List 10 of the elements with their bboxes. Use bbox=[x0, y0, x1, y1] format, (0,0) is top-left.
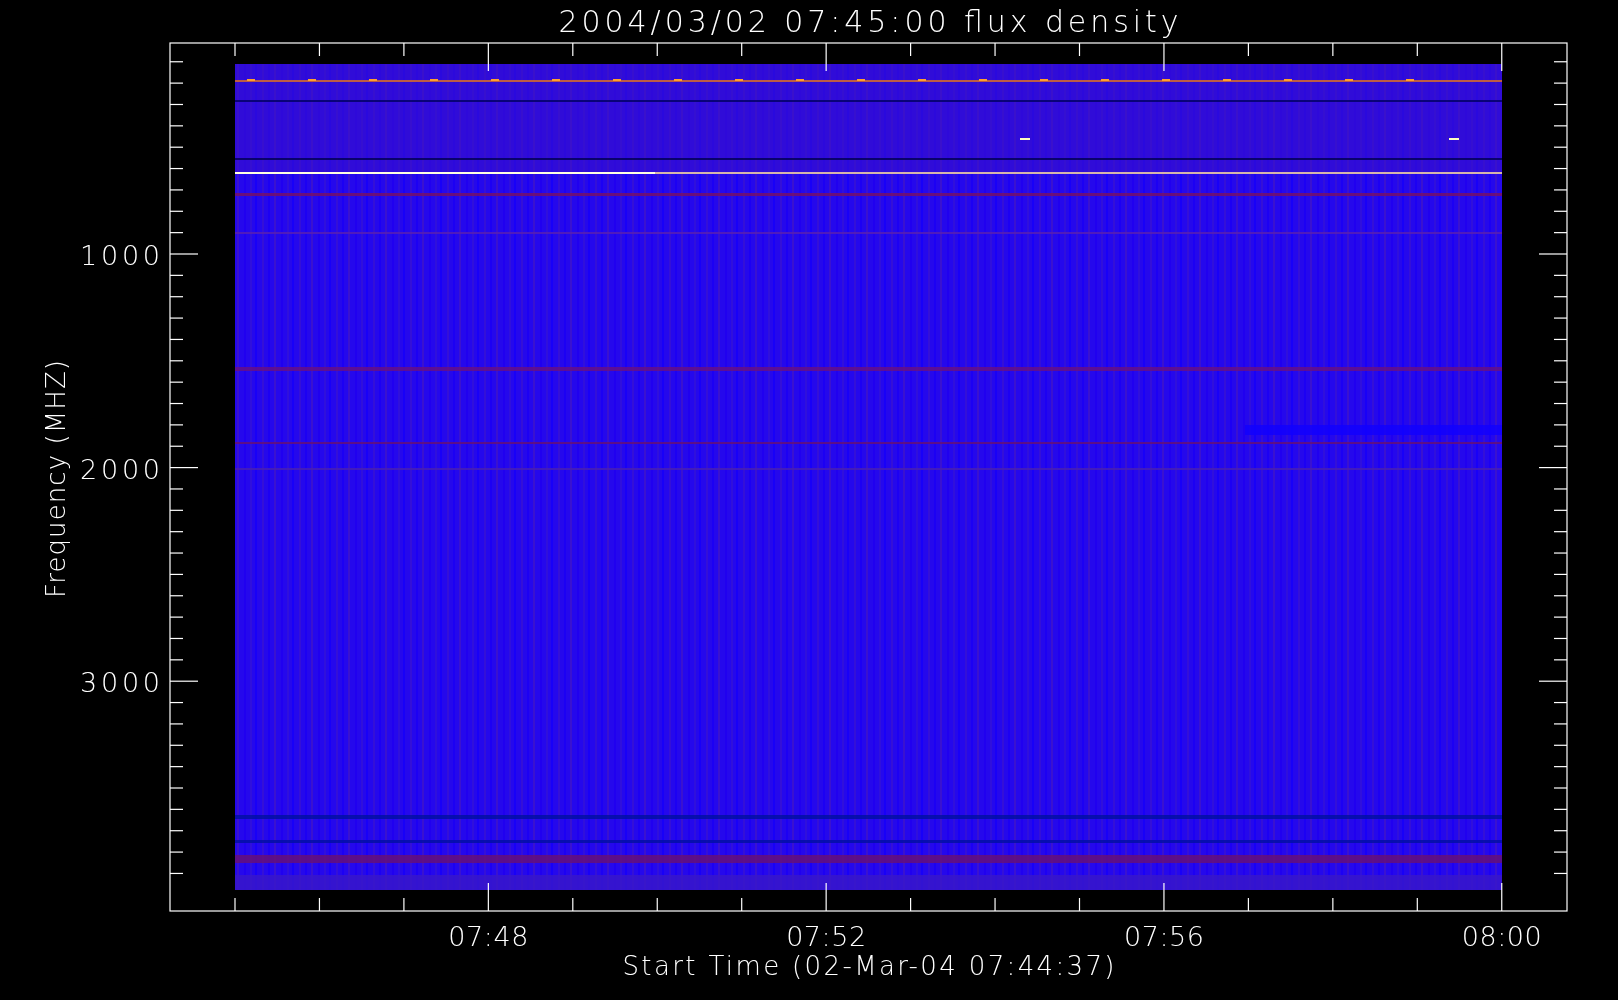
x-tick-label: 08:00 bbox=[1461, 921, 1542, 952]
x-axis-title: Start Time (02-Mar-04 07:44:37) bbox=[622, 951, 1115, 981]
y-tick-label: 1000 bbox=[80, 240, 160, 271]
y-axis-title: Frequency (MHZ) bbox=[41, 360, 71, 598]
x-tick-label: 07:56 bbox=[1123, 921, 1204, 952]
x-tick-label: 07:52 bbox=[786, 921, 867, 952]
x-tick-label: 07:48 bbox=[448, 921, 529, 952]
y-tick-label: 2000 bbox=[80, 453, 160, 485]
plot-title: 2004/03/02 07:45:00 flux density bbox=[558, 4, 1179, 39]
y-tick-label: 3000 bbox=[80, 667, 160, 699]
